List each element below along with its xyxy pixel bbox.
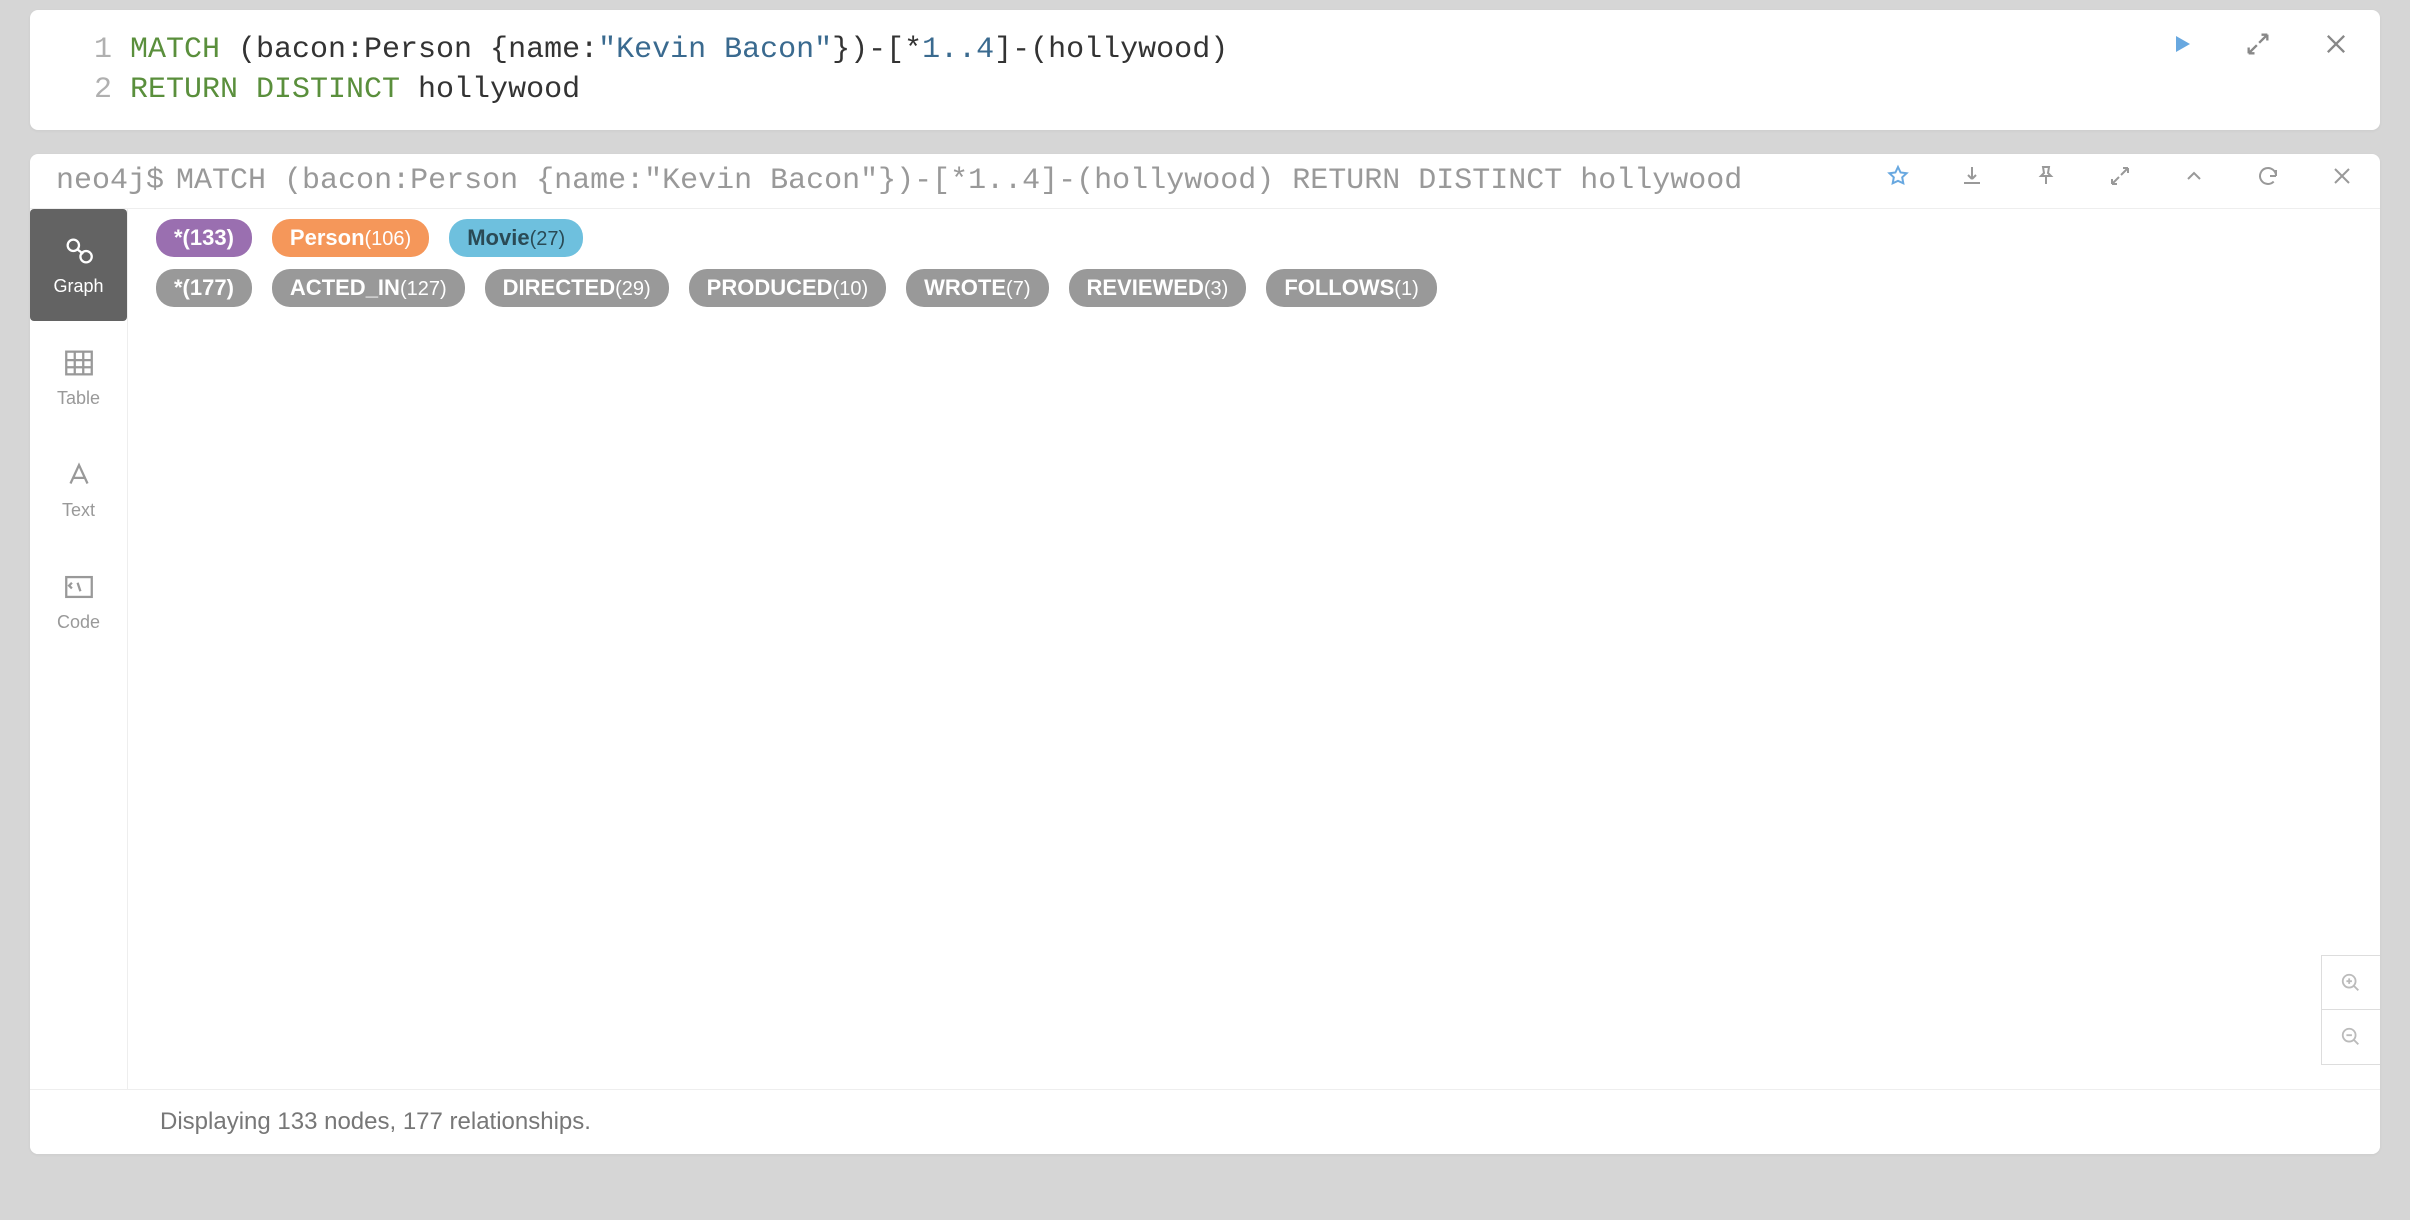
zoom-out-icon[interactable] [2322, 1010, 2380, 1064]
tag-movie[interactable]: Movie(27) [449, 219, 583, 257]
zoom-controls [2321, 955, 2380, 1065]
tag-wrote[interactable]: WROTE(7) [906, 269, 1048, 307]
view-label: Code [57, 612, 100, 633]
editor-actions [2170, 30, 2350, 63]
close-result-icon[interactable] [2330, 164, 2354, 198]
prompt-label: neo4j$ [56, 164, 164, 198]
view-code[interactable]: Code [30, 545, 127, 657]
run-icon[interactable] [2170, 32, 2194, 61]
result-actions [1886, 164, 2354, 198]
code-body[interactable]: MATCH (bacon:Person {name:"Kevin Bacon"}… [130, 30, 2170, 110]
download-icon[interactable] [1960, 164, 1984, 198]
expand-icon[interactable] [2244, 30, 2272, 63]
tag-follows[interactable]: FOLLOWS(1) [1266, 269, 1436, 307]
graph-icon [62, 234, 96, 268]
gutter-line: 2 [50, 70, 112, 110]
expand-result-icon[interactable] [2108, 164, 2132, 198]
view-label: Table [57, 388, 100, 409]
close-icon[interactable] [2322, 30, 2350, 63]
view-table[interactable]: Table [30, 321, 127, 433]
refresh-icon[interactable] [2256, 164, 2280, 198]
view-label: Graph [53, 276, 103, 297]
text-icon [62, 458, 96, 492]
tag-directed[interactable]: DIRECTED(29) [485, 269, 669, 307]
chevron-up-icon[interactable] [2182, 164, 2206, 198]
gutter-line: 1 [50, 30, 112, 70]
tag-reviewed[interactable]: REVIEWED(3) [1069, 269, 1247, 307]
tag-produced[interactable]: PRODUCED(10) [689, 269, 886, 307]
code-icon [62, 570, 96, 604]
view-text[interactable]: Text [30, 433, 127, 545]
tag-all-rels[interactable]: *(177) [156, 269, 252, 307]
view-label: Text [62, 500, 95, 521]
line-gutter: 1 2 [50, 30, 130, 110]
graph-canvas[interactable]: *(133) Person(106) Movie(27) *(177) ACTE… [128, 209, 2380, 1089]
result-header: neo4j$ MATCH (bacon:Person {name:"Kevin … [30, 154, 2380, 209]
favorite-icon[interactable] [1886, 164, 1910, 198]
result-frame: neo4j$ MATCH (bacon:Person {name:"Kevin … [30, 154, 2380, 1154]
tag-person[interactable]: Person(106) [272, 219, 429, 257]
executed-query: MATCH (bacon:Person {name:"Kevin Bacon"}… [176, 164, 1856, 198]
table-icon [62, 346, 96, 380]
tag-legend: *(133) Person(106) Movie(27) *(177) ACTE… [156, 219, 1437, 307]
zoom-in-icon[interactable] [2322, 956, 2380, 1010]
status-footer: Displaying 133 nodes, 177 relationships. [30, 1089, 2380, 1154]
view-graph[interactable]: Graph [30, 209, 127, 321]
pin-icon[interactable] [2034, 164, 2058, 198]
tag-all-nodes[interactable]: *(133) [156, 219, 252, 257]
tag-acted-in[interactable]: ACTED_IN(127) [272, 269, 465, 307]
result-body: Graph Table Text Code *(133) Person(106)… [30, 209, 2380, 1089]
view-rail: Graph Table Text Code [30, 209, 128, 1089]
query-editor: 1 2 MATCH (bacon:Person {name:"Kevin Bac… [30, 10, 2380, 130]
